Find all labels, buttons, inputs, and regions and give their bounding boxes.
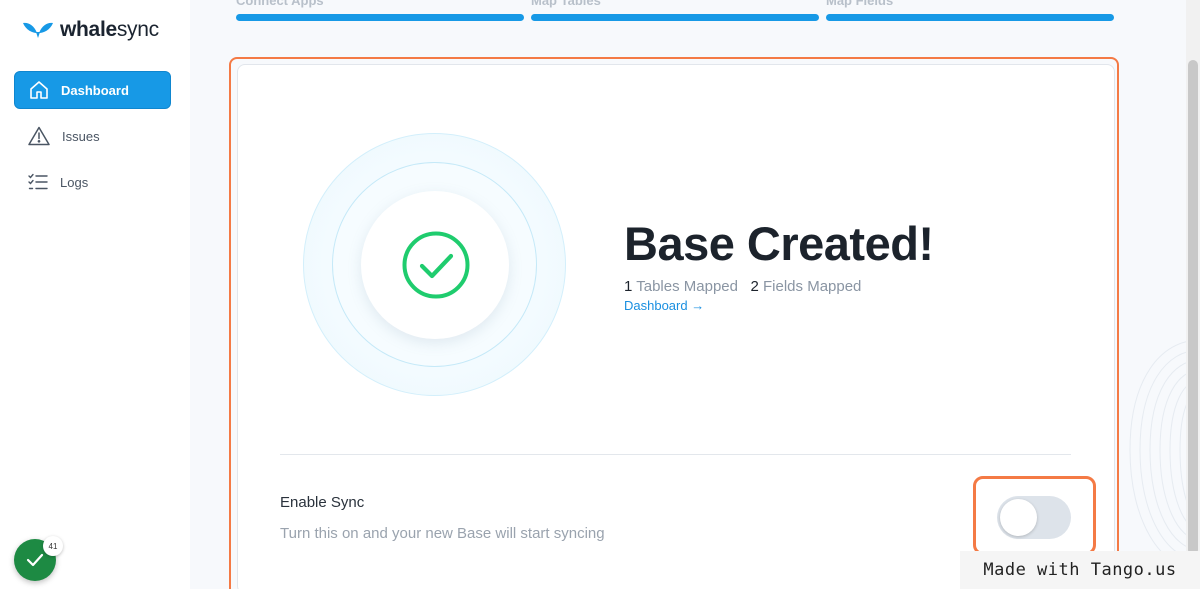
sidebar-item-issues[interactable]: Issues xyxy=(14,117,171,155)
sidebar-item-dashboard[interactable]: Dashboard xyxy=(14,71,171,109)
whale-tail-icon xyxy=(23,22,53,38)
tables-count: 1 xyxy=(624,278,633,295)
sidebar-item-label: Logs xyxy=(60,174,89,190)
step-label: Connect Apps xyxy=(236,0,324,8)
sidebar: whalesync Dashboard Issues Logs xyxy=(0,0,190,589)
divider xyxy=(280,454,1071,455)
progress-steps: Connect Apps Map Tables Map Fields xyxy=(236,0,1114,30)
logo-text: whalesync xyxy=(60,18,159,41)
dashboard-link[interactable]: Dashboard → xyxy=(624,298,704,313)
sidebar-item-logs[interactable]: Logs xyxy=(14,163,171,201)
step-progress-bar xyxy=(826,14,1114,21)
sidebar-item-label: Dashboard xyxy=(61,82,129,98)
step-progress-bar xyxy=(236,14,524,21)
enable-sync-description: Turn this on and your new Base will star… xyxy=(280,525,605,542)
fields-label: Fields Mapped xyxy=(763,278,862,295)
enable-sync-label: Enable Sync xyxy=(280,494,365,511)
warning-icon xyxy=(28,126,50,146)
step-map-tables: Map Tables xyxy=(531,0,819,21)
toggle-knob[interactable] xyxy=(1000,499,1037,536)
step-connect-apps: Connect Apps xyxy=(236,0,524,21)
checklist-icon xyxy=(28,173,48,190)
checklist-count-badge: 41 xyxy=(43,536,63,556)
mapping-stats: 1 Tables Mapped 2 Fields Mapped xyxy=(624,278,861,295)
check-icon xyxy=(26,553,44,567)
sidebar-nav: Dashboard Issues Logs xyxy=(14,71,171,209)
enable-sync-toggle[interactable] xyxy=(997,496,1071,539)
fields-count: 2 xyxy=(750,278,759,295)
success-check-icon xyxy=(402,231,470,299)
whalesync-logo[interactable]: whalesync xyxy=(22,18,159,42)
home-icon xyxy=(30,81,48,99)
step-progress-bar xyxy=(531,14,819,21)
scrollbar-thumb[interactable] xyxy=(1188,60,1198,555)
sidebar-item-label: Issues xyxy=(62,128,100,144)
page-title: Base Created! xyxy=(624,217,934,270)
step-label: Map Fields xyxy=(826,0,894,8)
step-map-fields: Map Fields xyxy=(826,0,1114,21)
step-label: Map Tables xyxy=(531,0,601,8)
tables-label: Tables Mapped xyxy=(636,278,738,295)
tango-watermark: Made with Tango.us xyxy=(960,551,1200,589)
